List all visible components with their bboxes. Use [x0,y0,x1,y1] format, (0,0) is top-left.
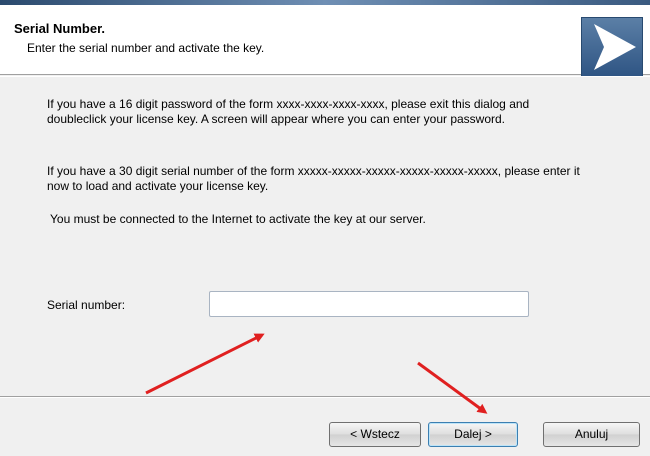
internet-notice: You must be connected to the Internet to… [50,212,426,226]
serial-number-label: Serial number: [47,298,126,312]
serial-instructions: If you have a 30 digit serial number of … [47,164,580,193]
play-arrow-icon [581,17,643,77]
password-instructions: If you have a 16 digit password of the f… [47,97,530,126]
wizard-header: Serial Number. Enter the serial number a… [0,5,650,77]
page-subtitle: Enter the serial number and activate the… [27,41,265,55]
arrow-to-serial-input [145,333,265,395]
back-button[interactable]: < Wstecz [329,422,421,447]
page-title: Serial Number. [14,21,106,36]
cancel-button[interactable]: Anuluj [543,422,640,447]
arrow-to-next-button [417,361,488,414]
footer-divider-highlight [0,397,650,398]
header-divider-highlight [0,76,650,77]
next-button[interactable]: Dalej > [428,422,518,447]
serial-number-input[interactable] [209,291,529,317]
